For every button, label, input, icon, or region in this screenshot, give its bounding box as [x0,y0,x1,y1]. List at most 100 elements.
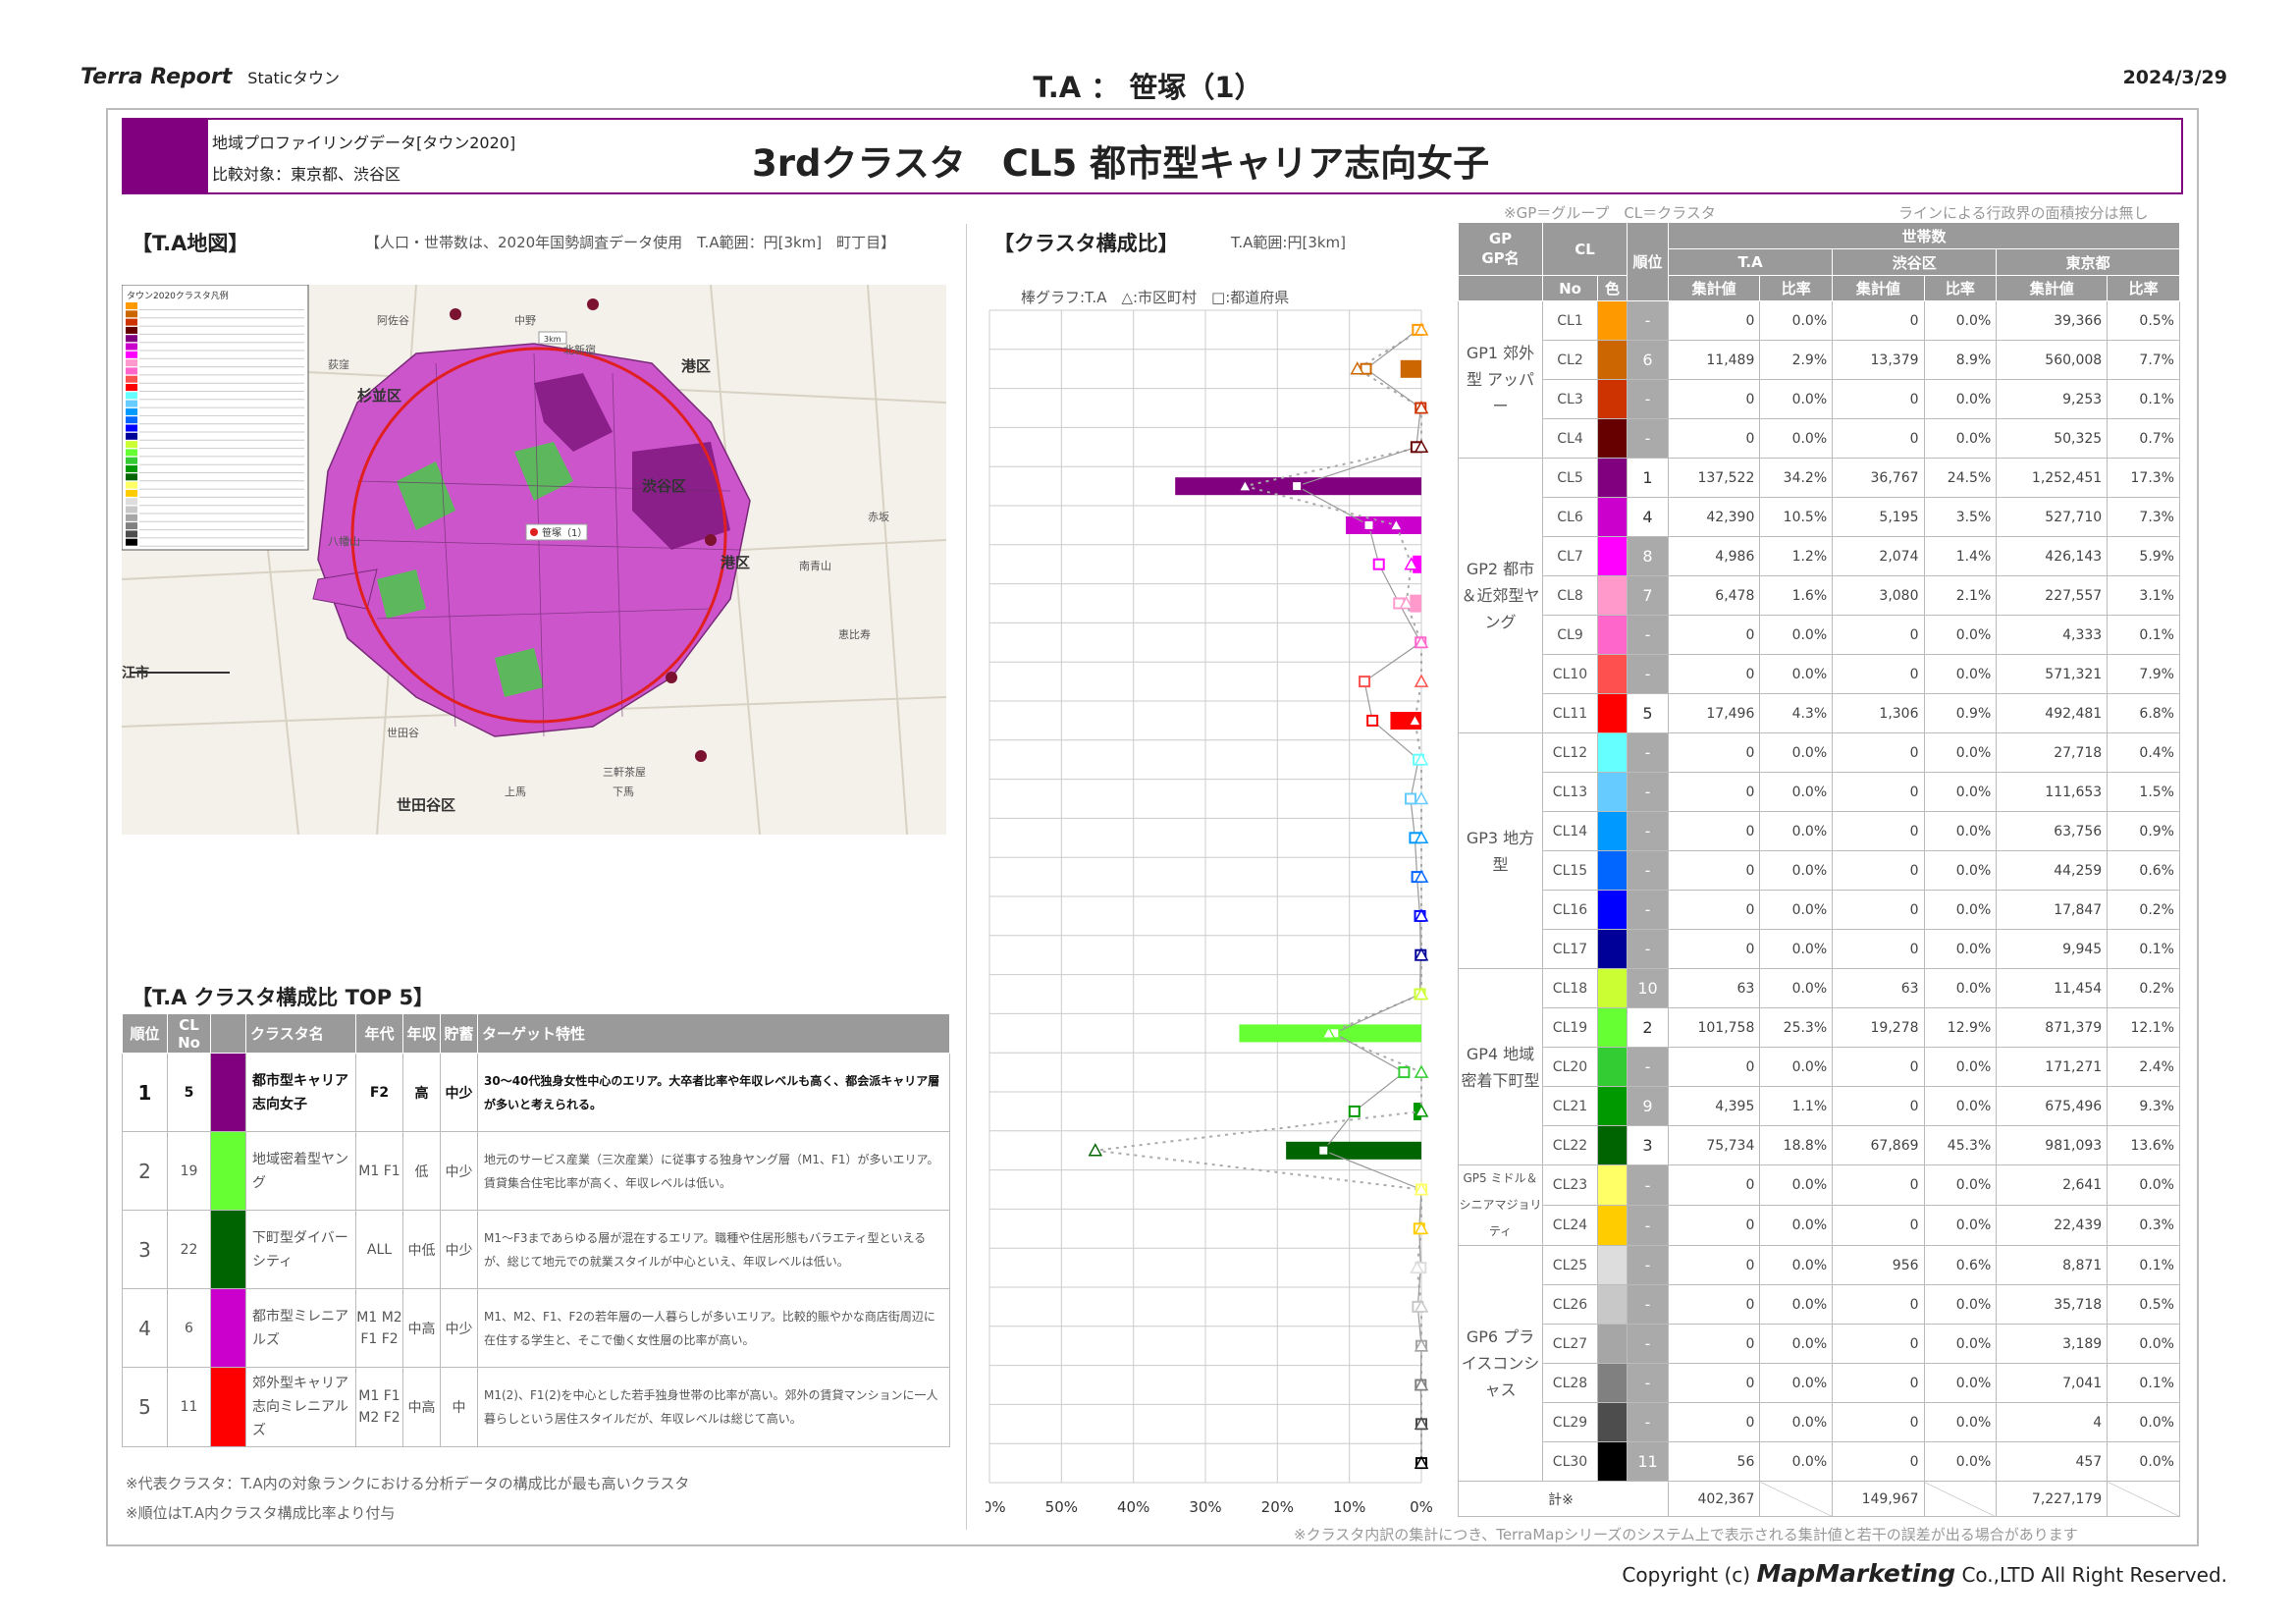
cell-tar: 0.0% [1759,732,1834,773]
x-tick-label: 60% [986,1498,1006,1516]
cluster-color-swatch [1597,379,1628,419]
divider [966,224,967,1530]
cell-cl: CL3 [1542,379,1598,419]
cell-tk: 22,439 [1996,1205,2109,1246]
cell-tkr: 3.1% [2107,575,2180,616]
cell-tk: 2,641 [1996,1164,2109,1206]
cell-sh: 0 [1832,929,1925,969]
cell-tar: 0.0% [1759,1205,1834,1246]
total-row: 計※ 402,367 149,967 7,227,179 [1458,1481,2180,1517]
cell-rank: - [1627,1363,1669,1403]
cell-rank: 10 [1627,968,1669,1008]
cell-shr: 0.0% [1923,1402,1998,1442]
cell-cl: CL8 [1542,575,1598,616]
cell-cl: CL5 [1542,458,1598,498]
map-label-setagaya: 世田谷区 [397,796,455,814]
cell-shr: 3.5% [1923,497,1998,537]
cluster-table: GP GP名 CL 順位 世帯数 T.A 渋谷区 東京都 No 色 集計値 比率 集… [1458,222,2180,1517]
cell-shr: 0.0% [1923,1363,1998,1403]
map-legend-swatch [126,514,137,521]
top5-cl: 22 [167,1210,211,1289]
cell-rank: 2 [1627,1007,1669,1048]
top5-title: 【T.A クラスタ構成比 TOP 5】 [132,986,435,1009]
top5-age: ALL [355,1210,403,1289]
map-legend-swatch [126,506,137,514]
cell-shr: 0.0% [1923,1047,1998,1087]
th-ratio-ta: 比率 [1759,275,1834,301]
cell-ta: 0 [1667,1324,1761,1364]
map-label-koshi: 江市 [122,665,149,681]
cell-ta: 0 [1667,1402,1761,1442]
city-marker-CL10 [1414,674,1429,687]
cluster-row: CL22 3 75,734 18.8% 67,869 45.3% 981,093 13.6% [1459,1125,2180,1165]
map-legend-swatch [126,441,137,449]
total-blank [1759,1481,1834,1517]
map-legend-swatch [126,424,137,432]
cell-tk: 9,253 [1996,379,2109,419]
top5-color-swatch [210,1367,246,1447]
cell-tar: 0.0% [1759,890,1834,930]
cell-sh: 0 [1832,811,1925,851]
cluster-color-swatch [1597,536,1628,576]
cell-ta: 0 [1667,615,1761,655]
cell-ta: 0 [1667,1047,1761,1087]
pref-marker-CL20 [1398,1066,1411,1079]
top5-row: 3 22 下町型ダイバーシティ ALL 中低 中少 M1～F3まであらゆる層が混在するエリア… [122,1210,950,1289]
cluster-row: CL2 6 11,489 2.9% 13,379 8.9% 560,008 7.7% [1459,340,2180,380]
cell-ta: 0 [1667,1205,1761,1246]
th-colorcol: 色 [1597,275,1628,301]
cluster-color-swatch [1597,1125,1628,1165]
cluster-color-swatch [1597,1205,1628,1246]
cell-tar: 10.5% [1759,497,1834,537]
cluster-row: CL14-0 0.0% 0 0.0% 63,756 0.9% [1459,811,2180,851]
top5-saving: 中少 [440,1288,478,1368]
top5-saving: 中少 [440,1053,478,1132]
cell-rank: 8 [1627,536,1669,576]
cell-cl: CL4 [1542,418,1598,459]
top5-rank: 1 [122,1053,168,1132]
cell-rank: - [1627,1324,1669,1364]
city-marker-CL22 [1088,1143,1103,1157]
cell-cl: CL7 [1542,536,1598,576]
cell-sh: 1,306 [1832,693,1925,733]
ta-map[interactable]: タウン2020クラスタ凡例 港区 港区 杉並区 渋谷区 世田谷区 江市 阿佐谷 … [122,285,946,835]
cluster-color-swatch [1597,1324,1628,1364]
th-ratio-sh: 比率 [1923,275,1998,301]
th-count-tk: 集計値 [1996,275,2109,301]
cluster-color-swatch [1597,693,1628,733]
top5-age: M1 F1 M2 F2 [355,1367,403,1447]
cell-tkr: 2.4% [2107,1047,2180,1087]
cell-cl: CL20 [1542,1047,1598,1087]
banner-dataset: 地域プロファイリングデータ[タウン2020] [212,134,516,152]
cell-tkr: 0.0% [2107,1324,2180,1364]
cell-tkr: 7.3% [2107,497,2180,537]
cell-sh: 0 [1832,1441,1925,1482]
map-legend-swatch [126,343,137,351]
cell-tar: 0.0% [1759,1402,1834,1442]
top5-rank: 4 [122,1288,168,1368]
group-name: GP6 プライスコンシャス [1458,1245,1543,1482]
cell-ta: 4,395 [1667,1086,1761,1126]
cell-shr: 0.0% [1923,1164,1998,1206]
cell-rank: - [1627,300,1669,341]
top5-desc: M1、M2、F1、F2の若年層の一人暮らしが多いエリア。比較的賑やかな商店街周辺… [477,1288,950,1368]
copyright: Copyright (c) MapMarketing Co.,LTD All R… [1622,1559,2227,1588]
cell-tar: 25.3% [1759,1007,1834,1048]
cell-tar: 0.0% [1759,772,1834,812]
cluster-row: CL17-0 0.0% 0 0.0% 9,945 0.1% [1459,929,2180,969]
cell-shr: 1.4% [1923,536,1998,576]
chart-section-title: 【クラスタ構成比】 [993,232,1179,255]
th-rank: 順位 [122,1013,168,1054]
cluster-color-swatch [1597,1164,1628,1206]
cell-tkr: 0.0% [2107,1402,2180,1442]
cell-cl: CL25 [1542,1245,1598,1285]
cell-shr: 12.9% [1923,1007,1998,1048]
cell-tkr: 0.2% [2107,890,2180,930]
cell-shr: 0.0% [1923,890,1998,930]
map-legend-swatch [126,473,137,481]
cell-ta: 0 [1667,1363,1761,1403]
top5-income: 中高 [402,1367,441,1447]
map-label-minamiaoyama: 南青山 [799,560,831,572]
cell-tkr: 0.7% [2107,418,2180,459]
cell-sh: 956 [1832,1245,1925,1285]
